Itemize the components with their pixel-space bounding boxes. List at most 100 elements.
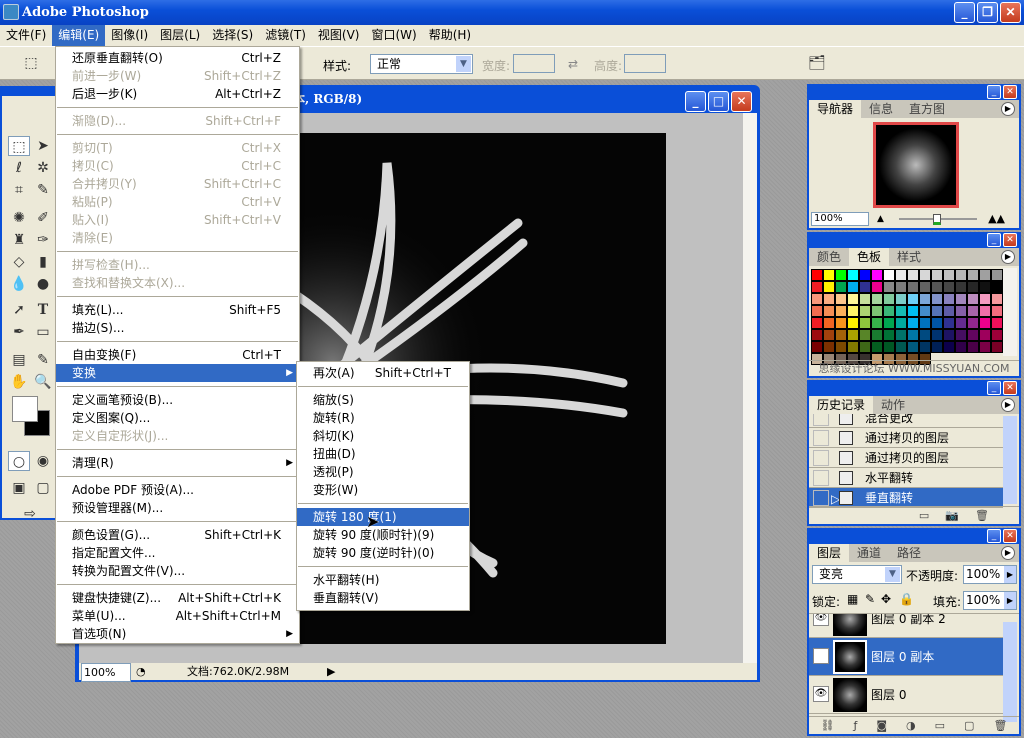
color-swatch[interactable]	[943, 293, 955, 305]
doc-minimize-button[interactable]: _	[685, 91, 706, 112]
tab-color[interactable]: 颜色	[809, 248, 849, 266]
menu-item-distort[interactable]: 扭曲(D)	[297, 445, 469, 463]
clone-stamp-icon[interactable]: ♜	[8, 230, 30, 250]
color-swatch[interactable]	[967, 305, 979, 317]
menu-item-stroke[interactable]: 描边(S)...	[56, 319, 299, 337]
menu-item-check-spelling[interactable]: 拼写检查(H)...	[56, 256, 299, 274]
color-swatch[interactable]	[979, 281, 991, 293]
lock-transparency-icon[interactable]: ▦	[847, 592, 858, 606]
crop-tool-icon[interactable]: ⌗	[8, 180, 30, 200]
layer-style-icon[interactable]: ƒ	[853, 717, 857, 734]
color-swatch[interactable]	[871, 305, 883, 317]
color-swatch[interactable]	[979, 341, 991, 353]
color-swatch[interactable]	[991, 329, 1003, 341]
menu-item-rotate[interactable]: 旋转(R)	[297, 409, 469, 427]
layer-row[interactable]: 👁 图层 0 副本 2	[809, 614, 1003, 638]
file-browser-icon[interactable]: 🗂	[806, 53, 828, 73]
new-layer-icon[interactable]: ▢	[964, 717, 974, 734]
color-swatch[interactable]	[955, 269, 967, 281]
color-swatch[interactable]	[895, 293, 907, 305]
panel-close-button[interactable]: ✕	[1003, 381, 1017, 395]
color-swatch[interactable]	[871, 317, 883, 329]
eye-icon[interactable]: 👁	[813, 648, 829, 664]
move-tool-icon[interactable]: ➤	[32, 136, 54, 156]
menu-item-paste-into[interactable]: 贴入(I) Shift+Ctrl+V	[56, 211, 299, 229]
blend-mode-select[interactable]: 变亮 ▼	[812, 565, 902, 584]
panel-menu-icon[interactable]: ▶	[1001, 102, 1015, 116]
color-swatch[interactable]	[979, 269, 991, 281]
color-swatch[interactable]	[847, 341, 859, 353]
menu-item-preset-manager[interactable]: 预设管理器(M)...	[56, 499, 299, 517]
color-swatch[interactable]	[871, 281, 883, 293]
marquee-tool-icon[interactable]: ⬚	[8, 136, 30, 156]
menu-item-step-backward[interactable]: 后退一步(K) Alt+Ctrl+Z	[56, 85, 299, 103]
color-swatch[interactable]	[907, 317, 919, 329]
color-swatch[interactable]	[835, 329, 847, 341]
color-swatch[interactable]	[907, 305, 919, 317]
adjustment-layer-icon[interactable]: ◑	[906, 717, 916, 734]
standard-mode-icon[interactable]: ○	[8, 451, 30, 471]
tab-actions[interactable]: 动作	[873, 396, 913, 414]
minimize-button[interactable]: _	[954, 2, 975, 23]
menu-item-assign-profile[interactable]: 指定配置文件...	[56, 544, 299, 562]
pen-tool-icon[interactable]: ✒	[8, 322, 30, 342]
color-swatch[interactable]	[883, 329, 895, 341]
color-swatch[interactable]	[919, 341, 931, 353]
color-swatch[interactable]	[931, 305, 943, 317]
layers-scrollbar[interactable]	[1003, 622, 1017, 722]
color-swatch[interactable]	[823, 293, 835, 305]
color-swatch[interactable]	[955, 341, 967, 353]
color-swatch[interactable]	[835, 293, 847, 305]
menu-item-flip-horizontal[interactable]: 水平翻转(H)	[297, 571, 469, 589]
menu-item-find-replace[interactable]: 查找和替换文本(X)...	[56, 274, 299, 292]
color-swatch[interactable]	[811, 281, 823, 293]
color-swatch[interactable]	[967, 317, 979, 329]
new-document-icon[interactable]: ▭	[919, 507, 929, 524]
color-swatch[interactable]	[895, 269, 907, 281]
menu-item-fade[interactable]: 渐隐(D)... Shift+Ctrl+F	[56, 112, 299, 130]
color-swatch[interactable]	[835, 341, 847, 353]
status-menu-arrow-icon[interactable]: ▶	[327, 663, 335, 680]
tab-styles[interactable]: 样式	[889, 248, 929, 266]
lock-image-icon[interactable]: ✎	[865, 592, 875, 606]
menu-item-clear[interactable]: 清除(E)	[56, 229, 299, 247]
color-swatch[interactable]	[967, 341, 979, 353]
menu-item-transform[interactable]: 变换 ▶	[56, 364, 299, 382]
color-swatch[interactable]	[955, 293, 967, 305]
menu-item-define-shape[interactable]: 定义自定形状(J)...	[56, 427, 299, 445]
color-swatch[interactable]	[943, 341, 955, 353]
panel-minimize-button[interactable]: _	[987, 529, 1001, 543]
color-swatch[interactable]	[871, 329, 883, 341]
panel-menu-icon[interactable]: ▶	[1001, 546, 1015, 560]
menu-select[interactable]: 选择(S)	[206, 25, 259, 46]
status-info-icon[interactable]: ◔	[136, 663, 146, 680]
menu-item-define-brush[interactable]: 定义画笔预设(B)...	[56, 391, 299, 409]
color-swatch[interactable]	[823, 329, 835, 341]
color-swatch[interactable]	[919, 293, 931, 305]
close-button[interactable]: ✕	[1000, 2, 1021, 23]
color-swatch[interactable]	[919, 281, 931, 293]
color-swatch[interactable]	[811, 341, 823, 353]
color-swatch[interactable]	[943, 317, 955, 329]
color-swatch[interactable]	[871, 269, 883, 281]
tab-layers[interactable]: 图层	[809, 544, 850, 562]
menu-filter[interactable]: 滤镜(T)	[259, 25, 312, 46]
color-swatch[interactable]	[835, 305, 847, 317]
color-swatch[interactable]	[895, 317, 907, 329]
color-swatch[interactable]	[847, 329, 859, 341]
healing-brush-icon[interactable]: ✺	[8, 208, 30, 228]
color-swatch[interactable]	[859, 281, 871, 293]
panel-close-button[interactable]: ✕	[1003, 85, 1017, 99]
color-swatch[interactable]	[847, 317, 859, 329]
color-swatch[interactable]	[991, 269, 1003, 281]
menu-image[interactable]: 图像(I)	[105, 25, 154, 46]
color-swatch[interactable]	[823, 281, 835, 293]
delete-layer-icon[interactable]: 🗑	[993, 717, 1007, 734]
color-swatch[interactable]	[835, 269, 847, 281]
color-swatch[interactable]	[979, 305, 991, 317]
lock-position-icon[interactable]: ✥	[881, 592, 891, 606]
slice-tool-icon[interactable]: ✎	[32, 180, 54, 200]
tab-paths[interactable]: 路径	[889, 544, 929, 562]
new-snapshot-icon[interactable]: 📷	[945, 507, 959, 524]
color-swatch[interactable]	[907, 293, 919, 305]
